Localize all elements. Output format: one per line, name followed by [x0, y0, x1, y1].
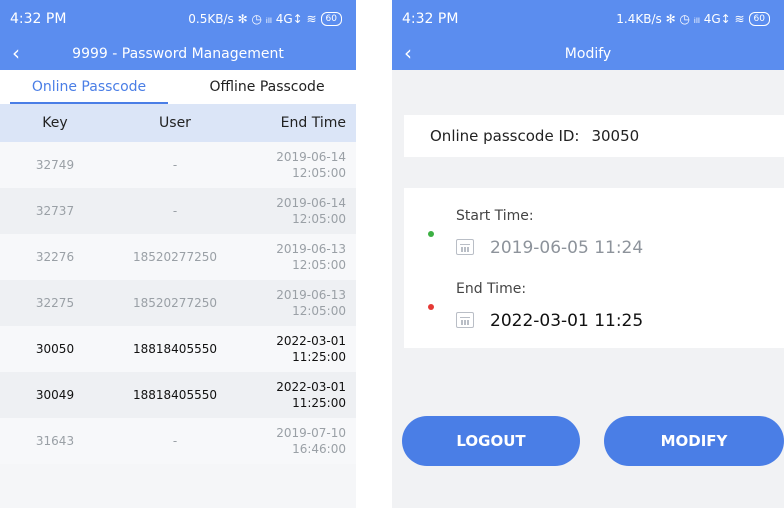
table-row[interactable]: 32275 18520277250 2019-06-13 12:05:00: [0, 280, 356, 326]
logout-button[interactable]: LOGOUT: [402, 416, 580, 466]
row-key: 32737: [35, 204, 75, 218]
row-key: 31643: [35, 434, 75, 448]
table-row[interactable]: 30050 18818405550 2022-03-01 11:25:00: [0, 326, 356, 372]
passcode-tabs: Online Passcode Offline Passcode: [0, 70, 356, 104]
passcode-table: 32749 - 2019-06-14 12:05:00 32737 - 2019-…: [0, 142, 356, 464]
left-status-bar: 4:32 PM 0.5KB/s ✻ ◷ ᵢₗₗ 4G↕ ≋ 60: [0, 0, 356, 38]
battery-icon: 60: [748, 12, 770, 26]
right-status-time: 4:32 PM: [402, 11, 459, 27]
row-key: 30050: [35, 342, 75, 356]
column-header-key: Key: [42, 115, 68, 131]
row-end-clock: 12:05:00: [292, 212, 346, 226]
row-end-time: 2019-06-13 12:05:00: [240, 234, 356, 280]
back-icon[interactable]: ‹: [12, 42, 20, 64]
row-user: -: [172, 158, 178, 172]
password-management-screen: 4:32 PM 0.5KB/s ✻ ◷ ᵢₗₗ 4G↕ ≋ 60 ‹ 9999 …: [0, 0, 356, 508]
right-header: 4:32 PM 1.4KB/s ✻ ◷ ᵢₗₗ 4G↕ ≋ 60 ‹ Modif…: [392, 0, 784, 70]
time-range-card: Start Time: 2019-06-05 11:24 End Time: 2…: [404, 188, 784, 348]
back-icon[interactable]: ‹: [404, 42, 412, 64]
left-status-time: 4:32 PM: [10, 11, 67, 27]
row-key: 32276: [35, 250, 75, 264]
calendar-icon: [456, 239, 474, 255]
left-network-indicators: 0.5KB/s ✻ ◷ ᵢₗₗ 4G↕ ≋: [188, 12, 317, 26]
row-key: 30049: [35, 388, 75, 402]
table-row[interactable]: 32737 - 2019-06-14 12:05:00: [0, 188, 356, 234]
page-title: 9999 - Password Management: [72, 46, 284, 62]
end-time-item[interactable]: End Time: 2022-03-01 11:25: [404, 268, 784, 348]
start-time-item[interactable]: Start Time: 2019-06-05 11:24: [404, 188, 784, 268]
row-key: 32749: [35, 158, 75, 172]
start-time-value: 2019-06-05 11:24: [490, 238, 644, 258]
table-row[interactable]: 31643 - 2019-07-10 16:46:00: [0, 418, 356, 464]
passcode-id-card: Online passcode ID: 30050: [404, 115, 784, 157]
tab-offline-passcode[interactable]: Offline Passcode: [178, 70, 356, 104]
modify-title: Modify: [564, 46, 612, 62]
row-end-date: 2019-07-10: [276, 426, 346, 440]
passcode-id-label: Online passcode ID:: [430, 127, 580, 145]
row-end-time: 2019-07-10 16:46:00: [240, 418, 356, 464]
right-title-bar: ‹ Modify: [392, 38, 784, 70]
column-header-end-time: End Time: [280, 115, 346, 131]
table-row[interactable]: 32276 18520277250 2019-06-13 12:05:00: [0, 234, 356, 280]
row-user: 18818405550: [133, 342, 217, 356]
row-key: 32275: [35, 296, 75, 310]
right-status-indicators: 1.4KB/s ✻ ◷ ᵢₗₗ 4G↕ ≋ 60: [616, 12, 770, 26]
calendar-icon: [456, 312, 474, 328]
row-end-time: 2022-03-01 11:25:00: [240, 326, 356, 372]
right-network-indicators: 1.4KB/s ✻ ◷ ᵢₗₗ 4G↕ ≋: [616, 12, 745, 26]
row-end-clock: 16:46:00: [292, 442, 346, 456]
table-row[interactable]: 30049 18818405550 2022-03-01 11:25:00: [0, 372, 356, 418]
row-end-clock: 11:25:00: [292, 396, 346, 410]
row-end-date: 2019-06-14: [276, 150, 346, 164]
row-user: -: [172, 204, 178, 218]
end-time-value: 2022-03-01 11:25: [490, 311, 644, 331]
row-end-date: 2022-03-01: [276, 334, 346, 348]
start-time-label: Start Time:: [456, 208, 534, 224]
row-end-time: 2022-03-01 11:25:00: [240, 372, 356, 418]
modify-button[interactable]: MODIFY: [604, 416, 784, 466]
row-end-clock: 11:25:00: [292, 350, 346, 364]
tab-online-passcode[interactable]: Online Passcode: [0, 70, 178, 104]
row-user: 18520277250: [133, 250, 217, 264]
row-end-date: 2019-06-14: [276, 196, 346, 210]
column-header-user: User: [159, 115, 191, 131]
row-end-clock: 12:05:00: [292, 258, 346, 272]
start-dot-icon: [428, 231, 434, 237]
row-end-time: 2019-06-14 12:05:00: [240, 188, 356, 234]
right-status-bar: 4:32 PM 1.4KB/s ✻ ◷ ᵢₗₗ 4G↕ ≋ 60: [392, 0, 784, 38]
row-end-date: 2019-06-13: [276, 288, 346, 302]
battery-icon: 60: [320, 12, 342, 26]
end-dot-icon: [428, 304, 434, 310]
row-end-date: 2022-03-01: [276, 380, 346, 394]
row-user: 18520277250: [133, 296, 217, 310]
row-end-time: 2019-06-14 12:05:00: [240, 142, 356, 188]
table-header: Key User End Time: [0, 104, 356, 142]
table-row[interactable]: 32749 - 2019-06-14 12:05:00: [0, 142, 356, 188]
row-end-clock: 12:05:00: [292, 166, 346, 180]
row-end-clock: 12:05:00: [292, 304, 346, 318]
passcode-id-value: 30050: [591, 127, 640, 145]
row-user: -: [172, 434, 178, 448]
end-time-label: End Time:: [456, 281, 527, 297]
left-status-indicators: 0.5KB/s ✻ ◷ ᵢₗₗ 4G↕ ≋ 60: [188, 12, 342, 26]
row-end-time: 2019-06-13 12:05:00: [240, 280, 356, 326]
modify-screen: 4:32 PM 1.4KB/s ✻ ◷ ᵢₗₗ 4G↕ ≋ 60 ‹ Modif…: [392, 0, 784, 508]
left-title-bar: ‹ 9999 - Password Management: [0, 38, 356, 70]
row-end-date: 2019-06-13: [276, 242, 346, 256]
left-header: 4:32 PM 0.5KB/s ✻ ◷ ᵢₗₗ 4G↕ ≋ 60 ‹ 9999 …: [0, 0, 356, 70]
row-user: 18818405550: [133, 388, 217, 402]
